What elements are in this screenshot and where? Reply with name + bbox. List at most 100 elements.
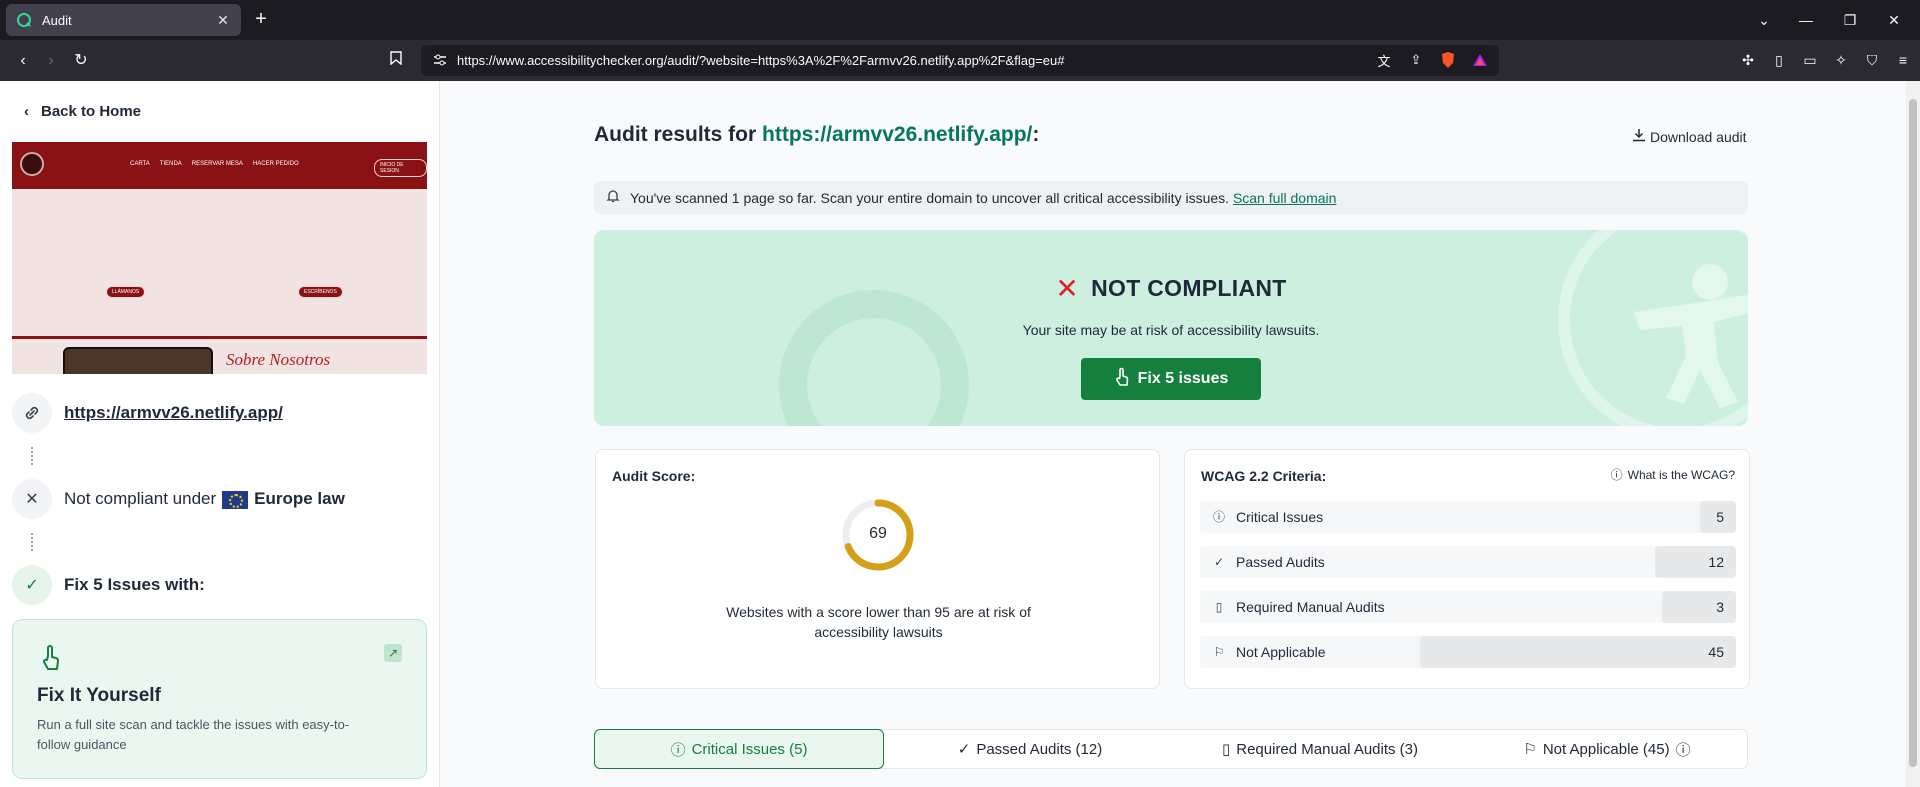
external-link-icon[interactable]: ↗ <box>384 644 402 662</box>
brave-shield-icon[interactable] <box>1439 51 1457 69</box>
link-icon <box>12 393 52 433</box>
site-link-step: https://armvv26.netlify.app/ <box>12 393 283 433</box>
preview-write-button: ESCRÍBENOS <box>298 286 343 298</box>
site-preview: CARTA TIENDA RESERVAR MESA HACER PEDIDO … <box>12 142 427 374</box>
fix-heading: Fix 5 Issues with: <box>64 575 205 594</box>
info-icon: ⓘ <box>1610 468 1623 482</box>
fix-it-yourself-card[interactable]: ↗ Fix It Yourself Run a full site scan a… <box>12 619 427 779</box>
close-icon: ✕ <box>12 479 52 519</box>
back-icon[interactable]: ‹ <box>12 50 34 72</box>
preview-photo <box>63 347 213 374</box>
page-title: Audit results for https://armvv26.netlif… <box>594 123 1039 147</box>
preview-about-heading: Sobre Nosotros <box>226 350 331 369</box>
bookmark-icon[interactable] <box>385 50 407 72</box>
tap-hand-icon <box>1114 367 1130 392</box>
preview-header: CARTA TIENDA RESERVAR MESA HACER PEDIDO … <box>12 142 427 189</box>
check-icon: ✓ <box>12 565 52 605</box>
forward-icon[interactable]: › <box>40 50 62 72</box>
what-is-wcag-link[interactable]: ⓘ What is the WCAG? <box>1611 466 1735 483</box>
wallet-icon[interactable]: ▭ <box>1801 50 1819 70</box>
score-value: 69 <box>869 525 887 542</box>
criteria-row-manual[interactable]: ▯ Required Manual Audits 3 <box>1200 591 1736 623</box>
check-icon: ✓ <box>957 741 971 758</box>
score-label: Audit Score: <box>612 468 696 484</box>
compliance-banner: ✕ NOT COMPLIANT Your site may be at risk … <box>594 230 1748 426</box>
address-bar[interactable]: https://www.accessibilitychecker.org/aud… <box>421 45 1499 76</box>
menu-icon[interactable]: ≡ <box>1894 50 1912 70</box>
criteria-fill <box>1419 636 1736 668</box>
tab-not-applicable[interactable]: ⚐ Not Applicable (45) ⓘ <box>1465 730 1749 768</box>
criteria-label: Passed Audits <box>1236 554 1325 570</box>
criteria-row-critical[interactable]: ⓘ Critical Issues 5 <box>1200 501 1736 533</box>
criteria-label: Critical Issues <box>1236 509 1324 525</box>
preview-divider <box>12 336 427 339</box>
back-to-home-link[interactable]: ‹ Back to Home <box>24 103 141 120</box>
brave-rewards-icon[interactable] <box>1471 51 1489 69</box>
step-connector <box>31 447 33 465</box>
close-window-icon[interactable]: ✕ <box>1882 9 1906 31</box>
criteria-value: 45 <box>1708 644 1724 660</box>
what-is-wcag-label: What is the WCAG? <box>1627 467 1735 482</box>
scrollbar-thumb[interactable] <box>1909 99 1917 767</box>
site-favicon-icon <box>16 12 32 28</box>
extensions-icon[interactable]: ✣ <box>1739 50 1757 70</box>
new-tab-icon[interactable]: + <box>250 9 272 31</box>
step-connector <box>31 533 33 551</box>
leo-ai-icon[interactable]: ✧ <box>1832 50 1850 70</box>
back-label: Back to Home <box>41 103 142 120</box>
fix-card-title: Fix It Yourself <box>37 685 161 706</box>
title-site-link[interactable]: https://armvv26.netlify.app/ <box>762 123 1032 146</box>
minimize-icon[interactable]: — <box>1794 9 1818 31</box>
site-link[interactable]: https://armvv26.netlify.app/ <box>64 403 283 423</box>
fix-button-label: Fix 5 issues <box>1137 370 1229 387</box>
preview-login: INICIO DE SESION <box>374 159 427 177</box>
audit-score-card: Audit Score: 69 Websites with a score lo… <box>595 449 1160 689</box>
tab-required-manual-audits[interactable]: ▯ Required Manual Audits (3) <box>1175 730 1465 768</box>
fix-step: ✓ Fix 5 Issues with: <box>12 565 205 605</box>
preview-logo <box>20 152 44 176</box>
download-audit-button[interactable]: Download audit <box>1632 128 1747 145</box>
download-icon <box>1632 128 1646 145</box>
preview-nav-item: TIENDA <box>159 161 182 167</box>
wcag-label: WCAG 2.2 Criteria: <box>1201 468 1327 484</box>
flag-icon: ⚐ <box>1213 645 1225 659</box>
criteria-row-not-applicable[interactable]: ⚐ Not Applicable 45 <box>1200 636 1736 668</box>
share-icon[interactable]: ⇪ <box>1407 51 1425 69</box>
restore-icon[interactable]: ❐ <box>1838 9 1862 31</box>
tab-list-icon[interactable]: ⌄ <box>1752 9 1776 31</box>
preview-nav-item: RESERVAR MESA <box>191 161 243 167</box>
tab-label: Critical Issues (5) <box>691 740 808 758</box>
wcag-criteria-card: WCAG 2.2 Criteria: ⓘ What is the WCAG? ⓘ… <box>1184 449 1750 689</box>
document-icon: ▯ <box>1215 600 1223 614</box>
tab-critical-issues[interactable]: ⓘ Critical Issues (5) <box>594 729 884 769</box>
tab-passed-audits[interactable]: ✓ Passed Audits (12) <box>885 730 1175 768</box>
translate-icon[interactable]: 文 <box>1375 51 1393 69</box>
tab-title: Audit <box>42 12 72 28</box>
browser-tab[interactable]: Audit ✕ <box>6 4 241 36</box>
page-scrollbar[interactable] <box>1906 81 1920 787</box>
scan-full-domain-link[interactable]: Scan full domain <box>1233 190 1337 206</box>
compliance-step: ✕ Not compliant under Europe law <box>12 479 345 519</box>
vpn-icon[interactable]: ⛉ <box>1863 50 1881 70</box>
preview-call-button: LLÁMANOS <box>106 286 146 298</box>
criteria-row-passed[interactable]: ✓ Passed Audits 12 <box>1200 546 1736 578</box>
criteria-value: 12 <box>1708 554 1724 570</box>
browser-toolbar: ‹ › ↻ https://www.accessibilitychecker.o… <box>0 40 1920 81</box>
reload-icon[interactable]: ↻ <box>70 50 92 72</box>
preview-nav-item: HACER PEDIDO <box>252 161 299 167</box>
bell-icon <box>606 189 620 206</box>
criteria-label: Not Applicable <box>1236 644 1326 660</box>
title-prefix: Audit results for <box>594 123 757 146</box>
criteria-value: 3 <box>1716 599 1724 615</box>
sidebar-toggle-icon[interactable]: ▯ <box>1770 50 1788 70</box>
close-tab-icon[interactable]: ✕ <box>215 12 231 28</box>
notice-text: You've scanned 1 page so far. Scan your … <box>630 190 1336 206</box>
fix-issues-button[interactable]: Fix 5 issues <box>1081 358 1261 400</box>
tab-label: Required Manual Audits (3) <box>1236 740 1419 758</box>
site-settings-icon[interactable] <box>433 53 447 67</box>
fix-card-description: Run a full site scan and tackle the issu… <box>37 717 350 752</box>
banner-decoration <box>779 290 969 426</box>
status-text: NOT COMPLIANT <box>1091 275 1287 301</box>
close-icon: ✕ <box>1055 273 1080 304</box>
check-icon: ✓ <box>1213 555 1225 569</box>
